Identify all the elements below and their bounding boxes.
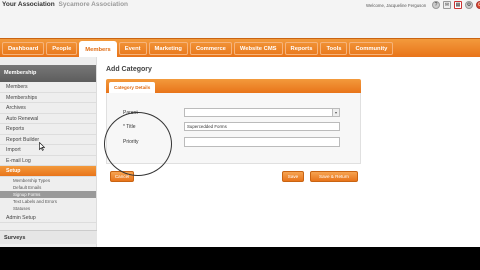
nav-website-cms[interactable]: Website CMS: [233, 41, 283, 55]
save-return-button[interactable]: Save & Return: [310, 171, 358, 182]
video-letterbox: [0, 247, 480, 270]
main-nav: Dashboard People Members Event Marketing…: [0, 38, 480, 58]
sidebar-item-import[interactable]: Import: [0, 145, 96, 156]
chevron-down-icon[interactable]: ▾: [332, 109, 339, 116]
sidebar-item-archives[interactable]: Archives: [0, 103, 96, 114]
priority-input[interactable]: [184, 137, 340, 147]
annotation-circle: [104, 112, 172, 176]
tab-strip: Category Details: [106, 79, 361, 93]
brand-product: Sycamore Association: [58, 1, 129, 8]
sidebar-item-auto-renewal[interactable]: Auto Renewal: [0, 114, 96, 124]
sidebar-item-memberships[interactable]: Memberships: [0, 93, 96, 103]
nav-event[interactable]: Event: [118, 41, 147, 55]
brand-logo[interactable]: Your Association Sycamore Association: [2, 1, 128, 8]
sidebar-sub-membership-types[interactable]: Membership Types: [0, 177, 96, 184]
sidebar: Membership Members Memberships Archives …: [0, 57, 97, 247]
mail-icon[interactable]: ✉: [443, 1, 451, 9]
nav-people[interactable]: People: [46, 41, 78, 55]
sidebar-item-setup[interactable]: Setup: [0, 166, 96, 177]
calendar-icon[interactable]: ▦: [454, 1, 462, 9]
sidebar-item-report-builder[interactable]: Report Builder: [0, 135, 96, 145]
nav-community[interactable]: Community: [349, 41, 394, 55]
sidebar-sub-signup-forms[interactable]: Signup Forms: [0, 190, 96, 198]
mouse-cursor-icon: [39, 142, 45, 151]
sidebar-item-admin-setup[interactable]: Admin Setup: [0, 213, 96, 223]
save-button[interactable]: Save: [282, 171, 304, 182]
title-input[interactable]: Supercedded Forms: [184, 122, 340, 131]
tab-category-details[interactable]: Category Details: [109, 82, 156, 93]
sidebar-item-email-log[interactable]: E-mail Log: [0, 156, 96, 166]
sidebar-sub-text-labels[interactable]: Text Labels and Errors: [0, 198, 96, 205]
settings-icon[interactable]: ⚙: [465, 1, 473, 9]
header-icons: ? ✉ ▦ ⚙ ⏻: [432, 1, 480, 9]
sidebar-item-members[interactable]: Members: [0, 82, 96, 93]
help-icon[interactable]: ?: [432, 1, 440, 9]
nav-commerce[interactable]: Commerce: [189, 41, 232, 55]
nav-tools[interactable]: Tools: [320, 41, 348, 55]
brand-name: Your Association: [2, 1, 55, 8]
page-title: Add Category: [106, 66, 152, 73]
app-window: Your Association Sycamore Association We…: [0, 0, 480, 247]
sidebar-sub-statuses[interactable]: Statuses: [0, 205, 96, 212]
nav-dashboard[interactable]: Dashboard: [2, 41, 45, 55]
sidebar-footer-surveys[interactable]: Surveys: [0, 230, 97, 244]
nav-members[interactable]: Members: [79, 41, 117, 58]
sidebar-heading[interactable]: Membership: [0, 65, 96, 82]
top-header: Your Association Sycamore Association We…: [0, 0, 480, 38]
parent-select[interactable]: ▾: [184, 108, 340, 117]
welcome-text: Welcome, Jacqueline Ferguson: [366, 3, 427, 8]
sidebar-sub-default-emails[interactable]: Default Emails: [0, 184, 96, 191]
nav-reports[interactable]: Reports: [284, 41, 319, 55]
logout-icon[interactable]: ⏻: [476, 1, 480, 9]
nav-marketing[interactable]: Marketing: [148, 41, 188, 55]
sidebar-item-reports[interactable]: Reports: [0, 124, 96, 135]
